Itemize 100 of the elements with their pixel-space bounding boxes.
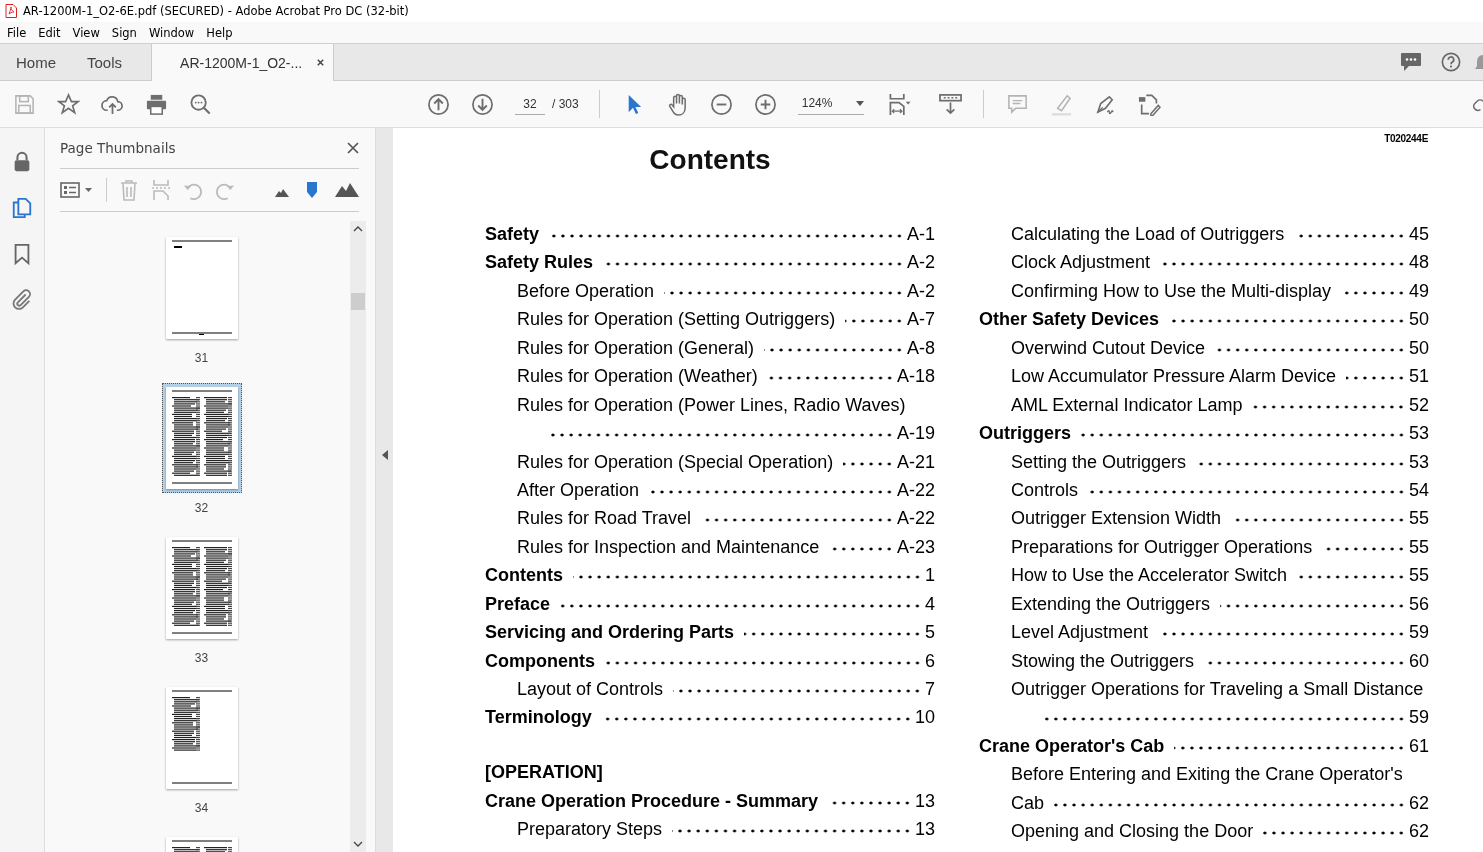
toc-entry[interactable]: Rules for Operation (Weather) — [517, 366, 758, 388]
scroll-up-icon[interactable] — [353, 226, 363, 232]
toc-entry[interactable]: AML External Indicator Lamp — [1011, 394, 1243, 416]
toc-entry[interactable]: Contents — [485, 565, 563, 587]
page-number-field[interactable]: 32 — [515, 93, 545, 115]
zoom-in-icon[interactable] — [753, 92, 777, 116]
help-icon[interactable] — [1440, 52, 1462, 72]
toc-entry[interactable]: Setting the Outriggers — [1011, 451, 1187, 473]
menu-item[interactable]: File — [0, 25, 32, 40]
panel-title: Page Thumbnails — [60, 140, 176, 156]
close-icon[interactable] — [347, 142, 359, 154]
toc-entry[interactable]: Rules for Inspection and Maintenance — [517, 536, 820, 558]
toc-entry[interactable]: Crane Operator's Cab — [979, 735, 1165, 757]
page-number: 5 — [925, 622, 935, 644]
toc-entry[interactable]: How to Use the Accelerator Switch — [1011, 565, 1288, 587]
toc-entry[interactable]: Outrigger Extension Width — [1011, 508, 1222, 530]
toc-entry[interactable]: Cab — [1011, 792, 1045, 814]
toc-entry[interactable]: Before Entering and Exiting the Crane Operator's — [1011, 764, 1403, 786]
page-number: 50 — [1408, 309, 1429, 331]
toc-entry[interactable]: Components — [485, 650, 595, 672]
scrollbar-thumb[interactable] — [351, 293, 365, 310]
toc-entry[interactable]: Calculating the Load of Outriggers — [1011, 224, 1285, 245]
page-number: 6 — [925, 650, 935, 672]
close-icon[interactable] — [316, 58, 326, 67]
toc-entry[interactable]: Overwind Cutout Device — [1011, 337, 1206, 359]
page-number: 61 — [1408, 735, 1429, 757]
star-icon[interactable] — [57, 92, 80, 116]
page-number: 62 — [1408, 821, 1429, 843]
page-number: 1 — [925, 565, 935, 587]
document-tab[interactable]: AR-1200M-1_O2-... — [151, 44, 335, 81]
toc-entry[interactable]: Clock Adjustment — [1011, 252, 1151, 274]
menu-item[interactable]: Edit — [31, 25, 66, 40]
toc-entry[interactable]: Crane Operation Procedure - Summary — [485, 790, 819, 812]
menu-item[interactable]: View — [65, 25, 105, 40]
zoom-dropdown[interactable]: 124% — [797, 93, 864, 115]
toc-entry[interactable]: Preface — [485, 593, 551, 615]
menu-item[interactable]: Sign — [104, 25, 142, 40]
toc-entry[interactable]: Outriggers — [979, 423, 1071, 445]
page-number: 13 — [914, 790, 935, 812]
page-number: 4 — [925, 593, 935, 615]
print-icon[interactable] — [145, 92, 168, 116]
toc-entry[interactable]: Level Adjustment — [1011, 622, 1149, 644]
page-number: 48 — [1408, 252, 1429, 274]
page-label: 31 — [194, 351, 209, 365]
toc-entry[interactable]: Extending the Outriggers — [1011, 593, 1211, 615]
toc-entry[interactable]: Other Safety Devices — [979, 309, 1160, 331]
toc-entry[interactable]: Safety Rules — [485, 252, 594, 274]
toc-entry[interactable]: Opening and Closing the Door — [1011, 821, 1254, 843]
search-icon[interactable] — [189, 92, 212, 116]
nav-tab[interactable]: Tools — [71, 44, 138, 80]
next-page-icon[interactable] — [471, 92, 494, 116]
toc-entry[interactable]: Stowing the Outriggers — [1011, 650, 1195, 672]
page-number: 55 — [1408, 508, 1429, 530]
page-number: A-18 — [896, 366, 935, 388]
toc-entry[interactable]: After Operation — [517, 479, 640, 501]
page-number: A-21 — [896, 451, 935, 473]
page-number: A-2 — [907, 252, 935, 274]
toc-entry[interactable]: Outrigger Operations for Traveling a Small Distance — [1011, 679, 1424, 700]
options-menu-icon[interactable] — [60, 181, 94, 199]
toc-entry[interactable]: Low Accumulator Pressure Alarm Device — [1011, 366, 1337, 388]
collapse-icon[interactable] — [381, 450, 388, 460]
toc-entry[interactable]: Layout of Controls — [517, 679, 664, 700]
toc-entry[interactable]: Rules for Operation (Special Operation) — [517, 451, 834, 473]
page-number: 52 — [1408, 394, 1429, 416]
toc-entry[interactable]: Rules for Operation (General) — [517, 337, 755, 359]
page-number: 7 — [925, 679, 935, 700]
toc-entry[interactable]: Confirming How to Use the Multi-display — [1011, 280, 1332, 302]
toc-entry[interactable]: Rules for Operation (Power Lines, Radio Waves) — [517, 394, 906, 416]
toc-entry[interactable]: Terminology — [485, 707, 592, 729]
scroll-down-icon[interactable] — [353, 841, 363, 847]
small-mountain-icon[interactable] — [275, 189, 289, 197]
large-mountain-icon[interactable] — [335, 183, 359, 197]
toc-entry[interactable]: Safety — [485, 224, 540, 245]
pdf-file-icon — [5, 4, 17, 18]
toc-entry[interactable]: Controls — [1011, 479, 1079, 501]
pages-icon[interactable] — [11, 196, 33, 220]
page-number: 62 — [1408, 792, 1429, 814]
page-number: A-8 — [907, 337, 935, 359]
menu-item[interactable]: Help — [199, 25, 238, 40]
comment-icon[interactable] — [1400, 52, 1422, 72]
scroll-mode-icon[interactable] — [938, 92, 962, 116]
page-number: 59 — [1408, 622, 1429, 644]
toc-entry[interactable]: Rules for Operation (Setting Outriggers) — [517, 309, 836, 331]
toc-entry[interactable]: Preparatory Steps — [517, 819, 663, 841]
toc-entry[interactable]: Servicing and Ordering Parts — [485, 622, 735, 644]
document-title: Contents — [648, 143, 772, 177]
toc-entry[interactable]: Rules for Road Travel — [517, 508, 692, 530]
menu-item[interactable]: Window — [141, 25, 200, 40]
previous-page-icon[interactable] — [427, 92, 450, 116]
toc-entry[interactable]: Preparations for Outrigger Operations — [1011, 536, 1313, 558]
toc-entry[interactable]: Before Operation — [517, 280, 655, 302]
page-number: A-22 — [896, 479, 935, 501]
scrollbar[interactable] — [350, 221, 366, 852]
page-number: 60 — [1408, 650, 1429, 672]
zoom-out-icon[interactable] — [709, 92, 733, 116]
nav-tab[interactable]: Home — [0, 44, 71, 80]
slider-thumb-icon[interactable] — [307, 182, 317, 198]
page-number: 53 — [1408, 451, 1429, 473]
edit-document-icon[interactable] — [1137, 92, 1161, 116]
paperclip-icon[interactable] — [11, 288, 33, 312]
